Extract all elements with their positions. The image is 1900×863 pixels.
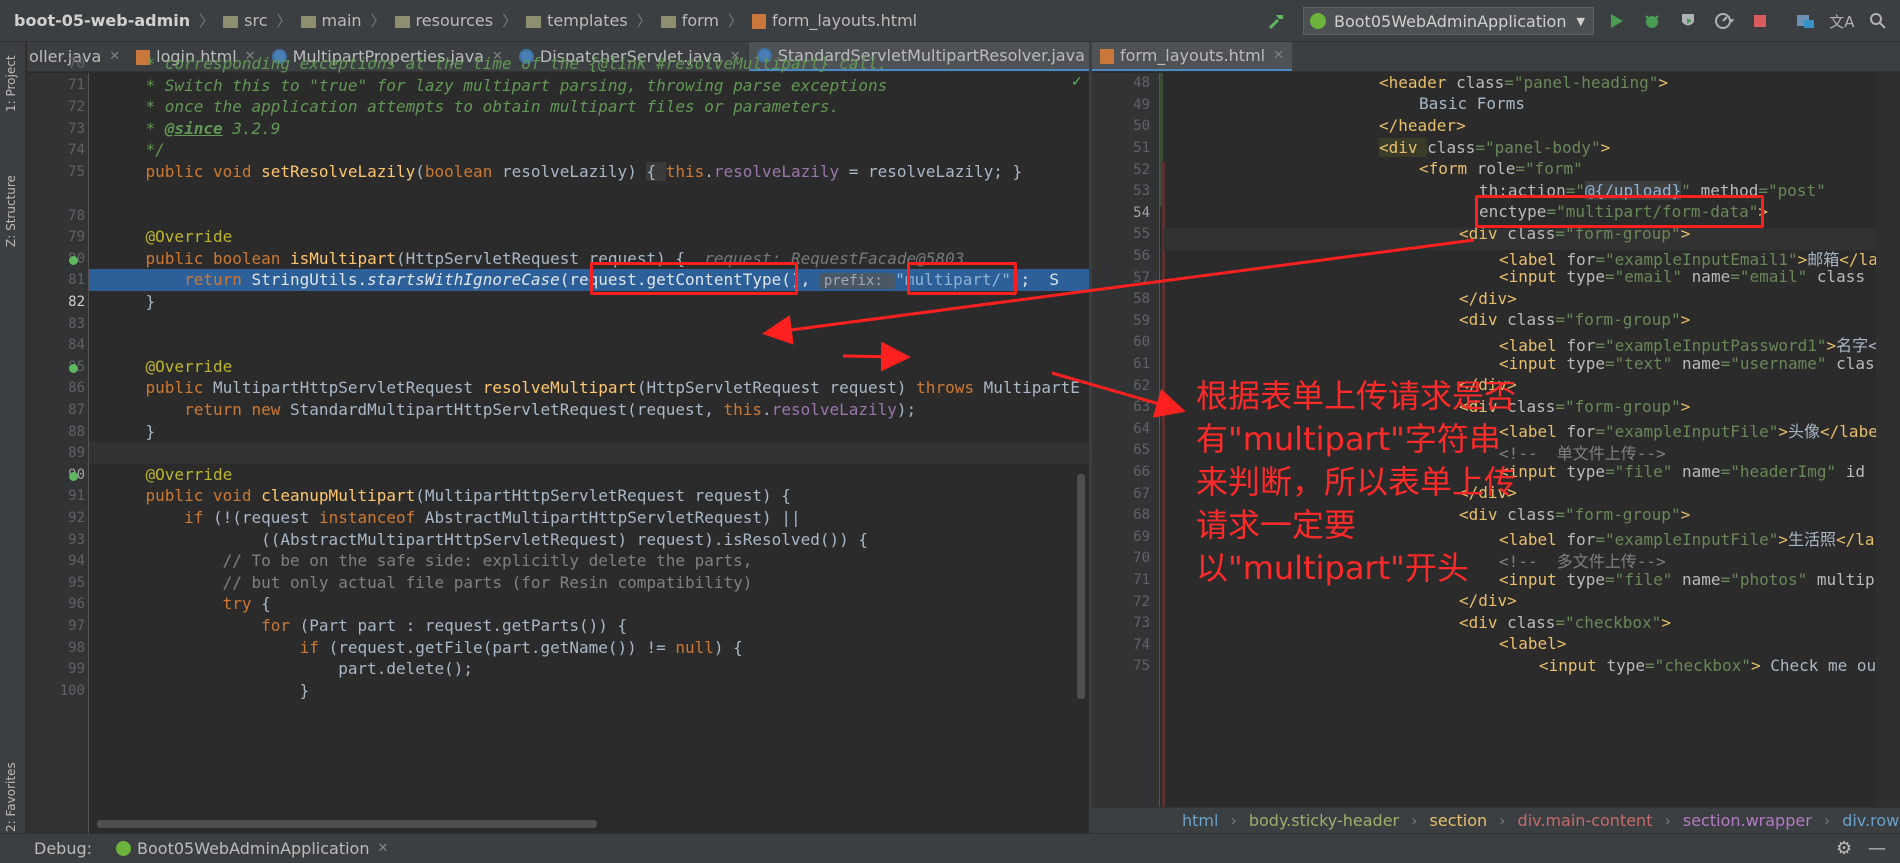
gear-icon[interactable]: ⚙ <box>1836 838 1852 859</box>
annotation-arrows <box>762 238 1475 418</box>
arrow-prefix-to-note <box>1051 371 1186 418</box>
annotation-note: 根据表单上传请求是否有"multipart"字符串来判断，所以表单上传请求一定要… <box>1196 377 1517 587</box>
close-icon[interactable]: ✕ <box>377 841 388 856</box>
arrow-enctype-to-contenttype <box>762 238 1475 345</box>
minimize-icon[interactable]: — <box>1868 838 1886 859</box>
debug-tab[interactable]: Boot05WebAdminApplication ✕ <box>116 839 388 858</box>
debug-label: Debug: <box>34 839 93 858</box>
debug-status-bar: Debug: Boot05WebAdminApplication ✕ ⚙ — <box>0 833 1900 863</box>
spring-boot-icon <box>116 841 132 856</box>
arrow-contenttype-to-prefix <box>842 341 911 372</box>
